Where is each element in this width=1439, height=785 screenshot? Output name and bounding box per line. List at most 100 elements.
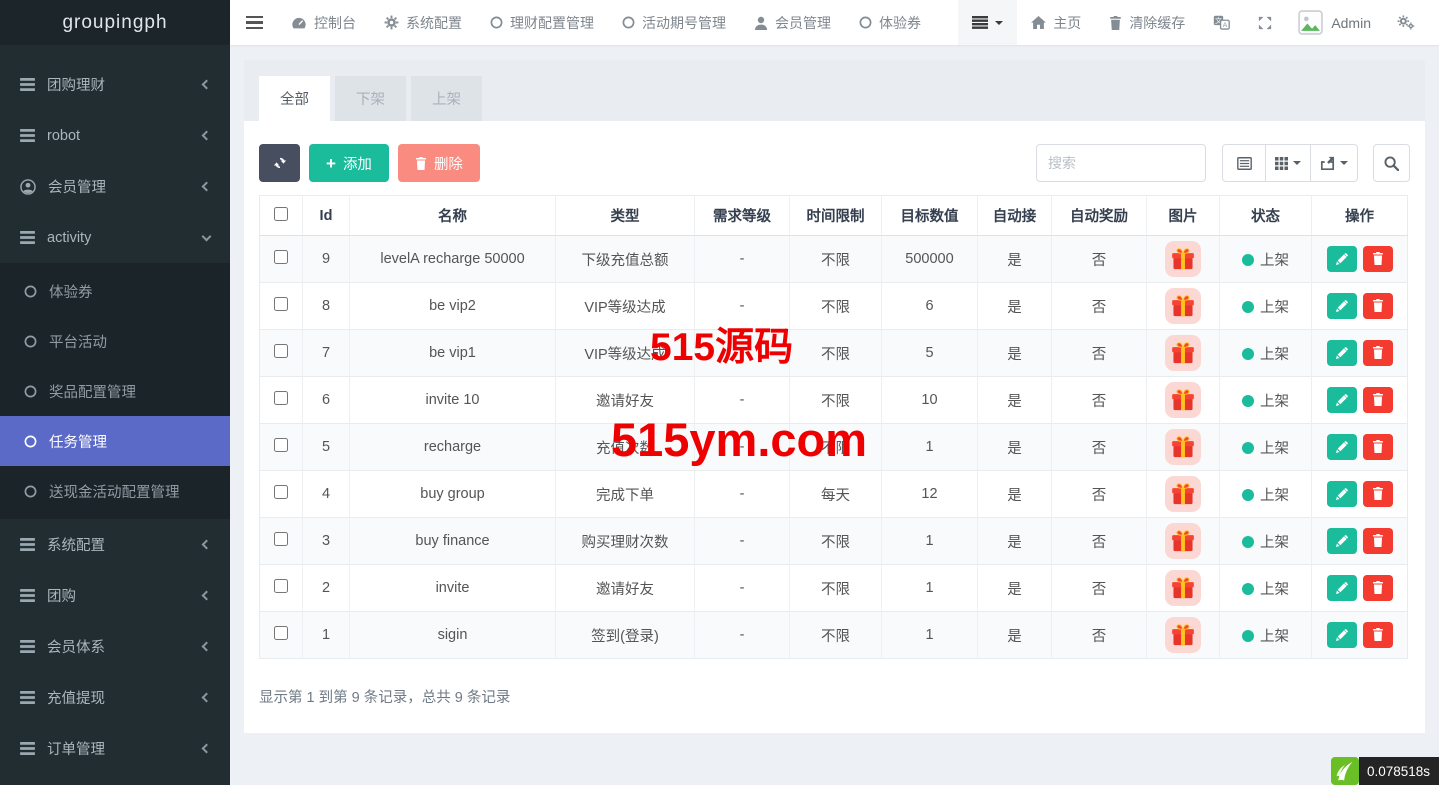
nav-language[interactable]: 文A [1199, 0, 1244, 45]
delete-button[interactable]: 删除 [397, 144, 480, 182]
sidebar-item-recharge-withdraw[interactable]: 充值提现 [0, 672, 230, 723]
topnav-item-activity-period[interactable]: 活动期号管理 [608, 0, 740, 45]
delete-row-button[interactable] [1362, 245, 1393, 272]
delete-row-button[interactable] [1362, 339, 1393, 366]
sidebar-item-cash-gift-config[interactable]: 送现金活动配置管理 [0, 466, 230, 516]
row-checkbox[interactable] [274, 344, 288, 358]
sidebar-item-order-management[interactable]: 订单管理 [0, 723, 230, 774]
task-type-link: 充值次数 [555, 423, 695, 471]
topnav-item-finance-config[interactable]: 理财配置管理 [476, 0, 608, 45]
nav-home[interactable]: 主页 [1017, 0, 1095, 45]
tab-all[interactable]: 全部 [259, 76, 330, 121]
delete-button-label: 删除 [433, 156, 463, 173]
auto-accept: 是 [977, 517, 1052, 565]
row-checkbox[interactable] [274, 438, 288, 452]
task-image[interactable] [1165, 288, 1201, 324]
delete-row-button[interactable] [1362, 386, 1393, 413]
auto-reward: 否 [1051, 329, 1147, 377]
status-badge: 上架 [1260, 346, 1289, 363]
toolbar-left: + 添加 删除 [259, 144, 480, 182]
task-image[interactable] [1165, 429, 1201, 465]
edit-button[interactable] [1326, 481, 1357, 508]
delete-row-button[interactable] [1362, 574, 1393, 601]
task-image[interactable] [1165, 617, 1201, 653]
row-checkbox[interactable] [274, 626, 288, 640]
delete-row-button[interactable] [1362, 621, 1393, 648]
search-button[interactable] [1373, 144, 1410, 182]
sidebar-item-task-management[interactable]: 任务管理 [0, 416, 230, 466]
refresh-button[interactable] [259, 144, 300, 182]
delete-row-button[interactable] [1362, 433, 1393, 460]
edit-button[interactable] [1326, 575, 1357, 602]
topnav-item-system-config[interactable]: 系统配置 [370, 0, 476, 45]
topnav-item-dashboard[interactable]: 控制台 [277, 0, 370, 45]
target-value: 500000 [881, 235, 978, 283]
edit-button[interactable] [1326, 622, 1357, 649]
tab-on-shelf[interactable]: 上架 [411, 76, 482, 121]
nav-list-dropdown[interactable] [958, 0, 1018, 45]
row-checkbox[interactable] [274, 297, 288, 311]
sidebar-subitem-label: 平台活动 [49, 334, 107, 351]
pencil-icon [1335, 253, 1348, 266]
hamburger-icon[interactable] [230, 0, 277, 45]
task-image[interactable] [1165, 570, 1201, 606]
sidebar-item-group-buy[interactable]: 团购 [0, 570, 230, 621]
task-type-link[interactable]: VIP等级达成 [555, 329, 695, 377]
topnav-item-member-management[interactable]: 会员管理 [740, 0, 845, 45]
status-dot-icon [1242, 300, 1254, 313]
row-checkbox[interactable] [274, 250, 288, 264]
sidebar-item-member-system[interactable]: 会员体系 [0, 621, 230, 672]
row-checkbox[interactable] [274, 579, 288, 593]
nav-fullscreen[interactable] [1244, 0, 1286, 45]
edit-button[interactable] [1326, 387, 1357, 414]
edit-button[interactable] [1326, 293, 1357, 320]
avatar [1298, 10, 1324, 35]
detail-view-button[interactable] [1222, 144, 1266, 182]
user-circle-icon [20, 178, 36, 195]
nav-settings[interactable] [1383, 0, 1429, 45]
sidebar-item-activity[interactable]: activity [0, 212, 230, 263]
delete-row-button[interactable] [1362, 480, 1393, 507]
edit-button[interactable] [1326, 340, 1357, 367]
thinkphp-logo-icon [1330, 757, 1359, 785]
task-image[interactable] [1165, 476, 1201, 512]
sidebar-item-system-config[interactable]: 系统配置 [0, 519, 230, 570]
search-input[interactable] [1036, 144, 1206, 182]
row-checkbox[interactable] [274, 485, 288, 499]
column-header-10: 操作 [1311, 195, 1408, 236]
user-menu[interactable]: Admin [1286, 0, 1383, 45]
task-type-link[interactable]: 邀请好友 [555, 564, 695, 612]
task-image[interactable] [1165, 382, 1201, 418]
sidebar-item-platform-activity[interactable]: 平台活动 [0, 316, 230, 366]
edit-button[interactable] [1326, 246, 1357, 273]
columns-button[interactable] [1266, 144, 1311, 182]
task-image[interactable] [1165, 523, 1201, 559]
task-type-link[interactable]: 下级充值总额 [555, 235, 695, 283]
sidebar-item-prize-config[interactable]: 奖品配置管理 [0, 366, 230, 416]
edit-button[interactable] [1326, 434, 1357, 461]
sidebar-subitem-label: 任务管理 [49, 434, 107, 451]
delete-row-button[interactable] [1362, 292, 1393, 319]
topnav-item-trial-coupon[interactable]: 体验券 [845, 0, 935, 45]
tab-off-shelf[interactable]: 下架 [335, 76, 406, 121]
nav-clear-cache[interactable]: 清除缓存 [1095, 0, 1199, 45]
delete-row-button[interactable] [1362, 527, 1393, 554]
add-button[interactable]: + 添加 [309, 144, 389, 182]
sidebar-item-member-management[interactable]: 会员管理 [0, 161, 230, 212]
task-type-link[interactable]: VIP等级达成 [555, 282, 695, 330]
select-all-checkbox[interactable] [274, 206, 288, 221]
row-checkbox[interactable] [274, 391, 288, 405]
row-checkbox[interactable] [274, 532, 288, 546]
sidebar-item-trial-coupon[interactable]: 体验券 [0, 266, 230, 316]
task-image[interactable] [1165, 241, 1201, 277]
edit-button[interactable] [1326, 528, 1357, 555]
sidebar-item-group-finance[interactable]: 团购理财 [0, 59, 230, 110]
sidebar-item-robot[interactable]: robot [0, 110, 230, 161]
task-type-link: 完成下单 [555, 470, 695, 518]
plus-icon: + [326, 153, 336, 173]
status-cell: 上架 [1219, 235, 1312, 283]
export-button[interactable] [1311, 144, 1358, 182]
task-type-link: 签到(登录) [555, 611, 695, 659]
task-image[interactable] [1165, 335, 1201, 371]
task-type-link[interactable]: 邀请好友 [555, 376, 695, 424]
